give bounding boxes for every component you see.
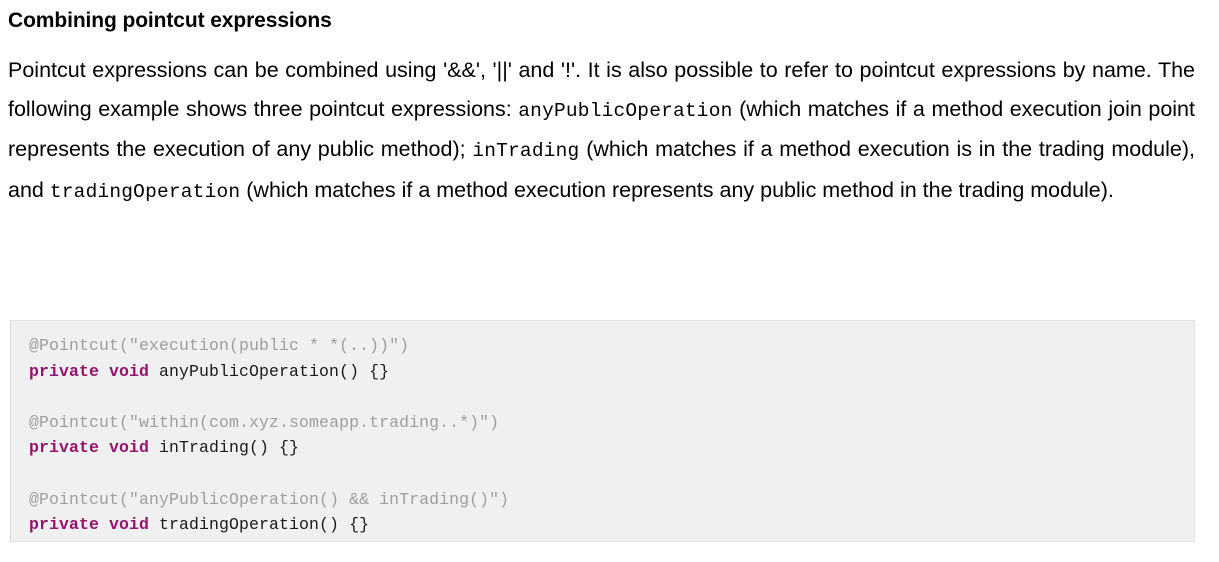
code-annotation-open: @Pointcut( <box>29 412 130 432</box>
code-annotation-close: ) <box>399 336 410 355</box>
page-title: Combining pointcut expressions <box>8 9 332 32</box>
code-keywords: private void <box>29 361 150 381</box>
code-string-literal: "execution(public * *(..))" <box>129 336 400 355</box>
code-method-signature: anyPublicOperation() {} <box>149 361 390 381</box>
code-annotation-open: @Pointcut( <box>29 336 130 355</box>
inline-code-trading-operation: tradingOperation <box>49 180 241 203</box>
code-string-literal: "within(com.xyz.someapp.trading..*)" <box>129 412 490 432</box>
code-string-literal: "anyPublicOperation() && inTrading()" <box>129 489 500 509</box>
code-annotation-close: ) <box>489 412 500 432</box>
code-annotation-close: ) <box>499 489 510 509</box>
document-page: Combining pointcut expressions Pointcut … <box>0 0 1219 562</box>
code-stanza-any-public-operation: @Pointcut("execution(public * *(..))") p… <box>29 336 409 381</box>
code-block[interactable]: @Pointcut("execution(public * *(..))") p… <box>10 320 1195 542</box>
code-method-signature: tradingOperation() {} <box>149 515 370 535</box>
code-method-signature: inTrading() {} <box>149 438 300 458</box>
code-stanza-in-trading: @Pointcut("within(com.xyz.someapp.tradin… <box>29 413 499 458</box>
body-paragraph: Pointcut expressions can be combined usi… <box>0 33 1203 211</box>
inline-code-any-public-operation: anyPublicOperation <box>518 99 733 122</box>
paragraph-text-segment-4: (which matches if a method execution rep… <box>240 177 1114 202</box>
code-stanza-trading-operation: @Pointcut("anyPublicOperation() && inTra… <box>29 490 509 535</box>
code-listing: @Pointcut("execution(public * *(..))") p… <box>29 333 1194 538</box>
inline-code-in-trading: inTrading <box>472 140 580 163</box>
code-keywords: private void <box>29 515 150 535</box>
code-keywords: private void <box>29 438 150 458</box>
code-annotation-open: @Pointcut( <box>29 489 130 509</box>
